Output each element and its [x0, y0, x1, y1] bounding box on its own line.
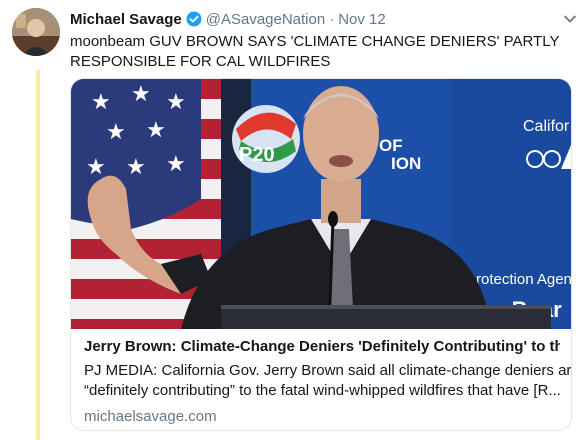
author-handle[interactable]: @ASavageNation [206, 11, 325, 28]
avatar[interactable] [12, 8, 60, 56]
image-text-3: Califor [523, 118, 570, 135]
link-preview-card[interactable]: ★ ★ ★ ★ ★ ★ ★ ★ P20 S OF ION Califor rot… [70, 78, 572, 431]
card-domain[interactable]: michaelsavage.com [84, 407, 560, 427]
svg-text:★: ★ [131, 82, 151, 107]
card-description-line: “definitely contributing” to the fatal w… [84, 382, 561, 399]
svg-text:★: ★ [166, 152, 186, 177]
card-description: PJ MEDIA: California Gov. Jerry Brown sa… [84, 361, 572, 401]
card-image[interactable]: ★ ★ ★ ★ ★ ★ ★ ★ P20 S OF ION Califor rot… [71, 79, 571, 329]
image-text-2: ION [391, 154, 421, 173]
svg-text:★: ★ [146, 118, 166, 143]
chevron-down-icon[interactable] [561, 10, 579, 28]
tweet-header: Michael Savage @ASavageNation · Nov 12 [70, 8, 386, 30]
tweet-text-line: moonbeam GUV BROWN SAYS 'CLIMATE CHANGE … [70, 33, 560, 50]
svg-text:★: ★ [106, 120, 126, 145]
tweet-text-line: RESPONSIBLE FOR CAL WILDFIRES [70, 53, 331, 70]
svg-text:★: ★ [86, 155, 106, 180]
svg-text:★: ★ [91, 90, 111, 115]
avatar-photo [12, 8, 60, 56]
card-body: Jerry Brown: Climate-Change Deniers 'Def… [84, 337, 572, 427]
author-name[interactable]: Michael Savage [70, 11, 182, 28]
svg-text:P20: P20 [239, 144, 275, 166]
verified-badge-icon [186, 11, 202, 27]
card-title[interactable]: Jerry Brown: Climate-Change Deniers 'Def… [84, 337, 560, 357]
tweet-date[interactable]: Nov 12 [338, 11, 386, 28]
card-description-line: PJ MEDIA: California Gov. Jerry Brown sa… [84, 362, 572, 379]
thread-connector-line [36, 70, 40, 440]
svg-text:★: ★ [126, 155, 146, 180]
svg-text:★: ★ [166, 90, 186, 115]
separator-dot: · [329, 10, 335, 28]
tweet-text: moonbeam GUV BROWN SAYS 'CLIMATE CHANGE … [70, 32, 570, 72]
image-text-4: rotection Agenc [476, 271, 571, 288]
